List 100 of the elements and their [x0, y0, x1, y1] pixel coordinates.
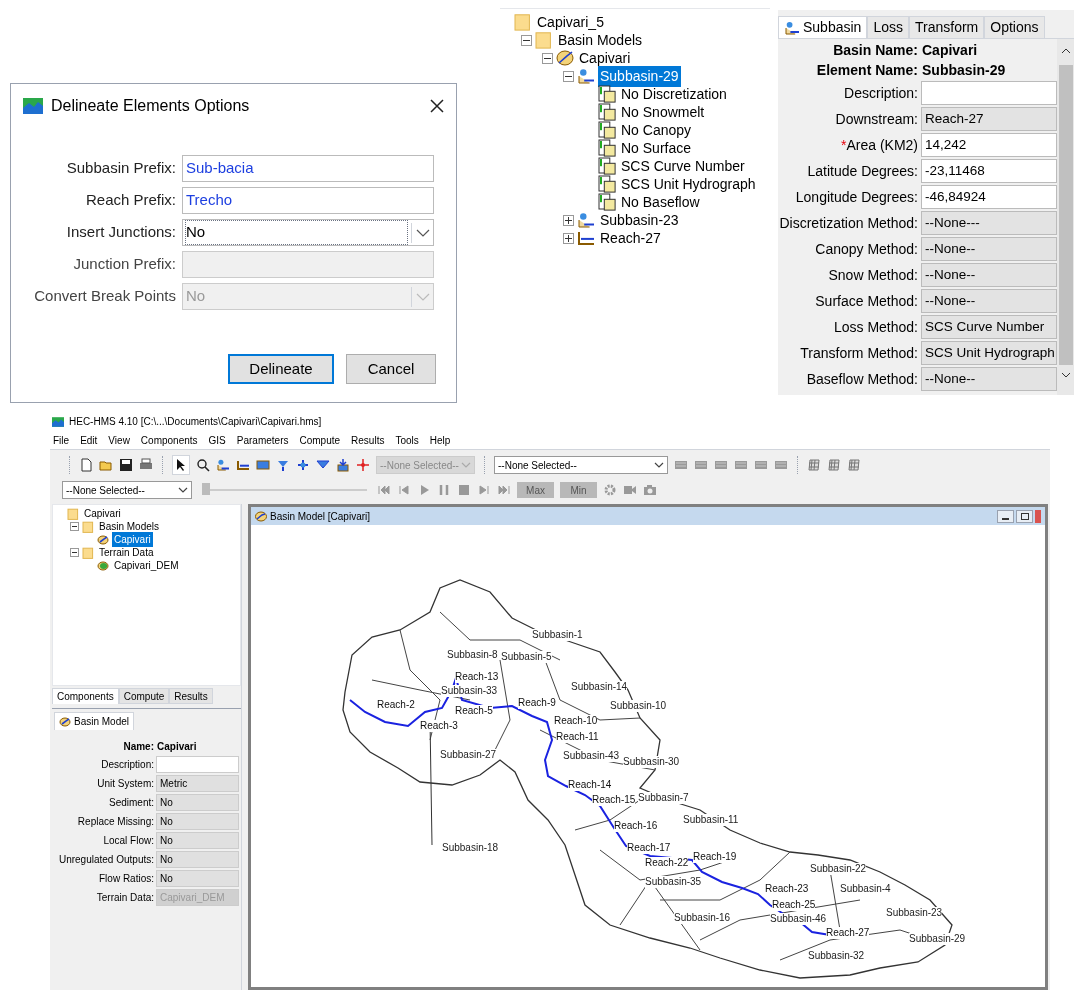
- subbasin-icon[interactable]: [216, 458, 230, 472]
- menu-item[interactable]: Components: [140, 432, 198, 448]
- menu-item[interactable]: View: [108, 432, 130, 448]
- input-field[interactable]: -23,11468: [921, 159, 1057, 183]
- menu-item[interactable]: GIS: [208, 432, 226, 448]
- tab[interactable]: Results: [169, 688, 213, 704]
- collapse-icon[interactable]: [542, 52, 553, 64]
- collapse-icon[interactable]: [521, 34, 532, 46]
- print-icon[interactable]: [139, 458, 153, 472]
- menu-item[interactable]: Edit: [80, 432, 98, 448]
- open-folder-icon[interactable]: [99, 458, 113, 472]
- input-field[interactable]: Trecho: [182, 187, 434, 214]
- menu-item[interactable]: Tools: [395, 432, 419, 448]
- dropdown[interactable]: No: [182, 219, 434, 246]
- new-file-icon[interactable]: [79, 458, 93, 472]
- diversion-icon[interactable]: [296, 458, 310, 472]
- stop-icon[interactable]: [457, 483, 471, 497]
- tab[interactable]: Components: [52, 688, 119, 704]
- minimize-button[interactable]: [997, 509, 1014, 523]
- input-field[interactable]: 14,242: [921, 133, 1057, 157]
- dropdown[interactable]: --None--: [921, 237, 1057, 261]
- tab[interactable]: Loss: [867, 16, 909, 38]
- dropdown[interactable]: Reach-27: [921, 107, 1057, 131]
- tab[interactable]: Options: [984, 16, 1045, 38]
- menu-item[interactable]: Help: [429, 432, 451, 448]
- tab[interactable]: Subbasin: [778, 16, 868, 38]
- expand-icon[interactable]: [563, 232, 574, 244]
- tree-item[interactable]: Basin Models: [97, 519, 162, 534]
- field-label: Replace Missing:: [76, 814, 154, 829]
- skip-end-icon[interactable]: [497, 483, 511, 497]
- reach-label: Reach-17: [627, 842, 671, 854]
- tree-item[interactable]: Capivari: [82, 506, 123, 521]
- collapse-icon[interactable]: [563, 70, 574, 82]
- input-field[interactable]: Sub-bacia: [182, 155, 434, 182]
- expand-icon[interactable]: [563, 214, 574, 226]
- dropdown[interactable]: No: [156, 831, 239, 849]
- field-label: Local Flow:: [102, 833, 154, 848]
- field-label: Surface Method:: [814, 291, 918, 311]
- step-forward-icon[interactable]: [477, 483, 491, 497]
- grid-globe-icon[interactable]: [827, 458, 841, 472]
- dropdown[interactable]: --None Selected--: [62, 481, 192, 499]
- slider-thumb[interactable]: [202, 483, 210, 495]
- tree-item[interactable]: Subbasin-29: [598, 65, 681, 87]
- tree-item[interactable]: Capivari: [112, 532, 153, 547]
- time-slider[interactable]: [202, 483, 367, 497]
- pause-icon[interactable]: [437, 483, 451, 497]
- skip-start-icon[interactable]: [377, 483, 391, 497]
- scroll-down-icon[interactable]: [1060, 371, 1071, 379]
- grid-globe-icon[interactable]: [847, 458, 861, 472]
- input-field[interactable]: [156, 755, 239, 773]
- dropdown[interactable]: Metric: [156, 774, 239, 792]
- collapse-icon[interactable]: [70, 522, 79, 531]
- select-tool-button[interactable]: [172, 455, 190, 475]
- menu-item[interactable]: Parameters: [236, 432, 289, 448]
- document-icon: [598, 157, 616, 175]
- dropdown[interactable]: SCS Unit Hydrograph: [921, 341, 1057, 365]
- camera-icon[interactable]: [643, 483, 657, 497]
- scroll-thumb[interactable]: [1058, 65, 1073, 365]
- scroll-up-icon[interactable]: [1060, 47, 1071, 55]
- input-field[interactable]: -46,84924: [921, 185, 1057, 209]
- step-back-icon[interactable]: [397, 483, 411, 497]
- reservoir-icon[interactable]: [256, 458, 270, 472]
- tab[interactable]: Basin Model: [54, 712, 135, 730]
- dropdown[interactable]: No: [156, 850, 239, 868]
- settings-icon[interactable]: [603, 483, 617, 497]
- close-icon[interactable]: [430, 99, 444, 113]
- dropdown[interactable]: --None Selected--: [494, 456, 668, 474]
- crosshair-icon[interactable]: [356, 458, 370, 472]
- tab[interactable]: Transform: [908, 16, 985, 38]
- input-field[interactable]: [921, 81, 1057, 105]
- menu-item[interactable]: Compute: [299, 432, 341, 448]
- video-camera-icon[interactable]: [623, 483, 637, 497]
- search-icon[interactable]: [196, 458, 210, 472]
- close-button[interactable]: [1035, 509, 1041, 523]
- dropdown[interactable]: No: [156, 869, 239, 887]
- dropdown[interactable]: --None--: [921, 289, 1057, 313]
- tree-item[interactable]: Capivari_DEM: [112, 558, 181, 573]
- button[interactable]: Cancel: [346, 354, 436, 384]
- dropdown[interactable]: --None--: [921, 263, 1057, 287]
- menu-item[interactable]: Results: [351, 432, 385, 448]
- junction-icon[interactable]: [276, 458, 290, 472]
- dropdown[interactable]: No: [156, 793, 239, 811]
- table-icon[interactable]: [694, 458, 708, 472]
- collapse-icon[interactable]: [70, 548, 79, 557]
- tree-item[interactable]: Terrain Data: [97, 545, 156, 560]
- tab[interactable]: Compute: [118, 688, 170, 704]
- table-icon[interactable]: [714, 458, 728, 472]
- grid-globe-icon[interactable]: [807, 458, 821, 472]
- scrollbar[interactable]: [1057, 39, 1074, 395]
- button[interactable]: Delineate: [228, 354, 334, 384]
- reach-icon[interactable]: [236, 458, 250, 472]
- maximize-button[interactable]: [1016, 509, 1033, 523]
- menu-item[interactable]: File: [53, 432, 70, 448]
- dropdown[interactable]: SCS Curve Number: [921, 315, 1057, 339]
- field-label: Sediment:: [107, 795, 154, 810]
- dropdown[interactable]: No: [156, 812, 239, 830]
- dropdown[interactable]: --None---: [921, 211, 1057, 235]
- save-icon[interactable]: [119, 458, 133, 472]
- dropdown[interactable]: --None--: [921, 367, 1057, 391]
- source-icon[interactable]: [336, 458, 350, 472]
